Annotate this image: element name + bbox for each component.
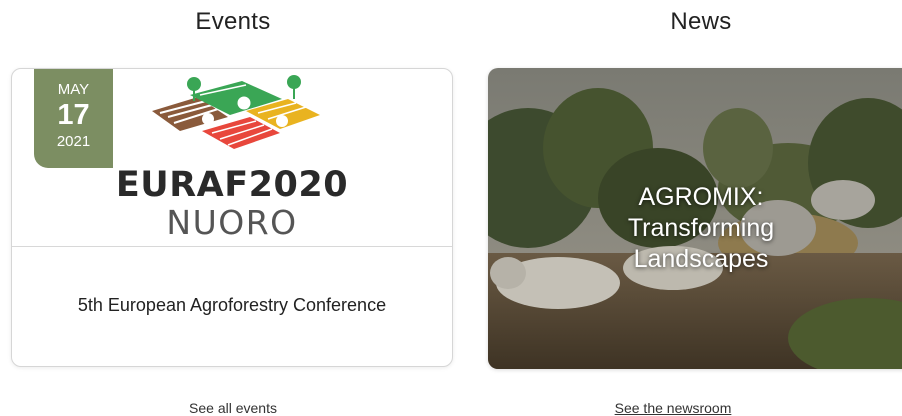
see-all-events-link[interactable]: See all events bbox=[11, 400, 455, 416]
event-logo-image: MAY 17 2021 EURAF2020 NUORO bbox=[12, 69, 452, 247]
event-date-badge: MAY 17 2021 bbox=[34, 69, 113, 168]
event-date-year: 2021 bbox=[56, 133, 91, 150]
news-title[interactable]: AGROMIX: Transforming Landscapes bbox=[576, 182, 826, 275]
event-logo-title: EURAF2020 bbox=[115, 165, 349, 205]
euraf-logo-icon bbox=[152, 75, 320, 149]
events-heading: Events bbox=[195, 8, 271, 35]
event-logo-subtitle: NUORO bbox=[166, 203, 298, 242]
event-date-day: 17 bbox=[57, 99, 90, 131]
news-card[interactable]: AGROMIX: Transforming Landscapes bbox=[488, 68, 902, 369]
event-date-month: MAY bbox=[57, 81, 90, 98]
see-newsroom-link[interactable]: See the newsroom bbox=[488, 400, 858, 416]
event-card[interactable]: MAY 17 2021 EURAF2020 NUORO 5th European… bbox=[11, 68, 453, 367]
event-title[interactable]: 5th European Agroforestry Conference bbox=[12, 295, 452, 316]
news-heading: News bbox=[670, 8, 732, 35]
